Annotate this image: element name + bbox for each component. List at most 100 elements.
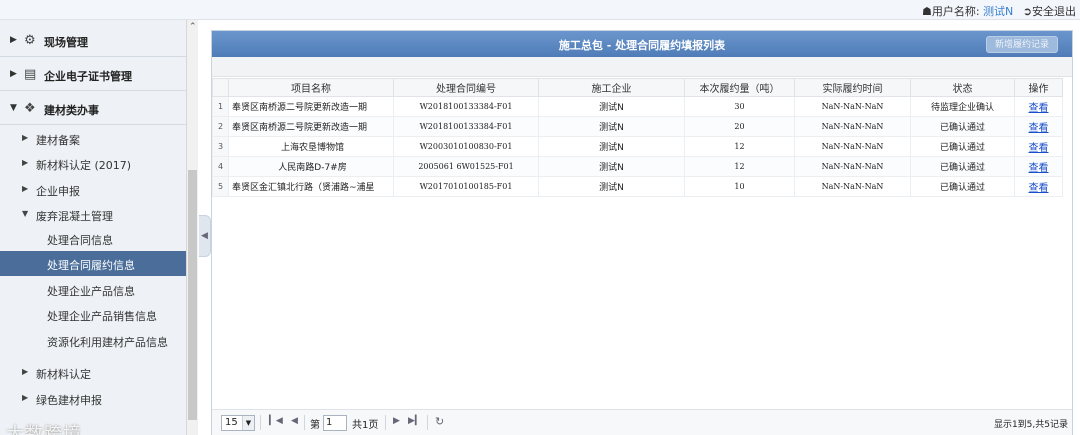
view-link[interactable]: 查看: [1029, 103, 1049, 114]
watermark-logo: 大数跨境: [6, 424, 82, 435]
company-cell: 测试N: [538, 136, 685, 157]
sidebar-item-label: 建材类办事: [44, 104, 99, 117]
first-page-icon[interactable]: ▎◀: [269, 416, 283, 426]
project-name-cell: 奉贤区南桥源二号院更新改造一期: [228, 96, 394, 117]
table-row[interactable]: 3 上海农垦博物馆 W2003010100830-F01 测试N 12 NaN-…: [212, 136, 1063, 157]
contract-number-cell: W2018100133384-F01: [393, 116, 539, 137]
status-cell: 已确认通过: [910, 116, 1015, 137]
action-cell: 查看: [1014, 156, 1063, 177]
sidebar-leaf-contract-info[interactable]: 处理合同信息: [0, 226, 186, 251]
sidebar-leaf-recycled-products[interactable]: 资源化利用建材产品信息: [0, 328, 186, 353]
sidebar-sub-material-filing[interactable]: ▶ 建材备案: [0, 126, 186, 151]
caret-right-icon: ▶: [10, 69, 17, 79]
column-header[interactable]: 施工企业: [538, 78, 685, 97]
scrollbar-thumb[interactable]: [188, 170, 197, 420]
sidebar-item-label: 绿色建材申报: [36, 394, 102, 407]
column-header[interactable]: 项目名称: [228, 78, 394, 97]
table-row[interactable]: 1 奉贤区南桥源二号院更新改造一期 W2018100133384-F01 测试N…: [212, 96, 1063, 117]
scroll-up-icon[interactable]: ⌃: [189, 22, 197, 32]
home-icon: ☗: [921, 5, 932, 18]
collapse-sidebar-button[interactable]: ◀: [199, 215, 211, 257]
caret-right-icon: ▶: [22, 367, 29, 376]
contract-number-cell: W2003010100830-F01: [393, 136, 539, 157]
add-record-button[interactable]: 新增履约记录: [986, 36, 1058, 53]
contract-number-cell: W2017010100185-F01: [393, 176, 539, 197]
table-row[interactable]: 2 奉贤区南桥源二号院更新改造一期 W2018100133384-F01 测试N…: [212, 116, 1063, 137]
column-header[interactable]: 实际履约时间: [794, 78, 911, 97]
sidebar-item-label: 处理企业产品信息: [47, 285, 135, 298]
logout-link[interactable]: 安全退出: [1032, 5, 1076, 18]
pagination-bar: 15 ▼ ▎◀ ◀ 第 1 共1页 ▶ ▶▎ ↻ 显示1到5,共5记录: [212, 409, 1072, 435]
view-link[interactable]: 查看: [1029, 183, 1049, 194]
chevron-left-icon: ◀: [201, 231, 208, 241]
gears-icon: ⚙: [24, 33, 36, 48]
sidebar-leaf-product-info[interactable]: 处理企业产品信息: [0, 277, 186, 302]
row-number: 1: [212, 96, 229, 117]
company-cell: 测试N: [538, 96, 685, 117]
sidebar-sub-new-material[interactable]: ▶ 新材料认定: [0, 360, 186, 385]
row-number: 5: [212, 176, 229, 197]
sidebar-item-label: 新材料认定 (2017): [36, 159, 132, 172]
caret-right-icon: ▶: [22, 158, 29, 167]
view-link[interactable]: 查看: [1029, 163, 1049, 174]
caret-down-icon: ▼: [22, 209, 29, 218]
sidebar-leaf-product-sales[interactable]: 处理企业产品销售信息: [0, 302, 186, 327]
prev-page-icon[interactable]: ◀: [291, 416, 298, 426]
amount-cell: 30: [684, 96, 795, 117]
sidebar-sub-waste-concrete[interactable]: ▼ 废弃混凝土管理: [0, 202, 186, 227]
column-header[interactable]: 处理合同编号: [393, 78, 539, 97]
page-number-input[interactable]: 1: [323, 415, 347, 431]
amount-cell: 12: [684, 156, 795, 177]
sidebar-item-certificates[interactable]: ▶ ▤ 企业电子证书管理: [0, 58, 186, 91]
chevron-down-icon[interactable]: ▼: [242, 416, 254, 430]
last-page-icon[interactable]: ▶▎: [408, 416, 422, 426]
page-prefix: 第: [310, 420, 320, 431]
sidebar-item-label: 资源化利用建材产品信息: [47, 336, 168, 349]
contract-number-cell: 2005061 6W01525-F01: [393, 156, 539, 177]
company-cell: 测试N: [538, 176, 685, 197]
project-name-cell: 奉贤区金汇镇北行路（贤浦路~浦星: [228, 176, 394, 197]
sidebar-scrollbar[interactable]: ⌃: [186, 20, 198, 435]
user-info: ☗用户名称: 测试N ➲安全退出: [922, 3, 1076, 19]
panel-header: 施工总包 - 处理合同履约填报列表 新增履约记录: [212, 31, 1072, 57]
time-cell: NaN-NaN-NaN: [794, 136, 911, 157]
table-row[interactable]: 5 奉贤区金汇镇北行路（贤浦路~浦星 W2017010100185-F01 测试…: [212, 176, 1063, 197]
next-page-icon[interactable]: ▶: [393, 416, 400, 426]
caret-right-icon: ▶: [10, 35, 17, 45]
sidebar-leaf-contract-performance[interactable]: 处理合同履约信息: [0, 251, 186, 276]
toolbar-strip: [212, 57, 1072, 77]
status-cell: 已确认通过: [910, 176, 1015, 197]
caret-right-icon: ▶: [22, 133, 29, 142]
page-size-value: 15: [225, 417, 238, 428]
caret-right-icon: ▶: [22, 393, 29, 402]
project-name-cell: 上海农垦博物馆: [228, 136, 394, 157]
user-name[interactable]: 测试N: [983, 5, 1013, 18]
time-cell: NaN-NaN-NaN: [794, 96, 911, 117]
sidebar: ▶ ⚙ 现场管理 ▶ ▤ 企业电子证书管理 ▼ ❖ 建材类办事 ▶ 建材备案 ▶…: [0, 20, 198, 435]
pager-divider: [385, 415, 386, 430]
amount-cell: 12: [684, 136, 795, 157]
caret-right-icon: ▶: [22, 184, 29, 193]
column-header[interactable]: 状态: [910, 78, 1015, 97]
refresh-icon[interactable]: ↻: [435, 415, 444, 428]
view-link[interactable]: 查看: [1029, 143, 1049, 154]
pager-divider: [427, 415, 428, 430]
view-link[interactable]: 查看: [1029, 123, 1049, 134]
page-size-select[interactable]: 15 ▼: [221, 415, 255, 431]
logout-icon[interactable]: ➲: [1023, 5, 1032, 18]
caret-down-icon: ▼: [10, 103, 17, 113]
column-header[interactable]: 本次履约量（吨）: [684, 78, 795, 97]
sidebar-item-building-materials[interactable]: ▼ ❖ 建材类办事: [0, 92, 186, 125]
table-row[interactable]: 4 人民南路D-7#房 2005061 6W01525-F01 测试N 12 N…: [212, 156, 1063, 177]
sidebar-item-label: 处理合同信息: [47, 234, 113, 247]
contract-number-cell: W2018100133384-F01: [393, 96, 539, 117]
sidebar-item-site-management[interactable]: ▶ ⚙ 现场管理: [0, 24, 186, 57]
row-number: 3: [212, 136, 229, 157]
sidebar-sub-enterprise-declaration[interactable]: ▶ 企业申报: [0, 177, 186, 202]
cubes-icon: ❖: [24, 101, 36, 116]
status-cell: 已确认通过: [910, 136, 1015, 157]
sidebar-sub-new-material-2017[interactable]: ▶ 新材料认定 (2017): [0, 151, 186, 176]
column-header[interactable]: 操作: [1014, 78, 1063, 97]
sidebar-sub-green-material[interactable]: ▶ 绿色建材申报: [0, 386, 186, 411]
company-cell: 测试N: [538, 156, 685, 177]
